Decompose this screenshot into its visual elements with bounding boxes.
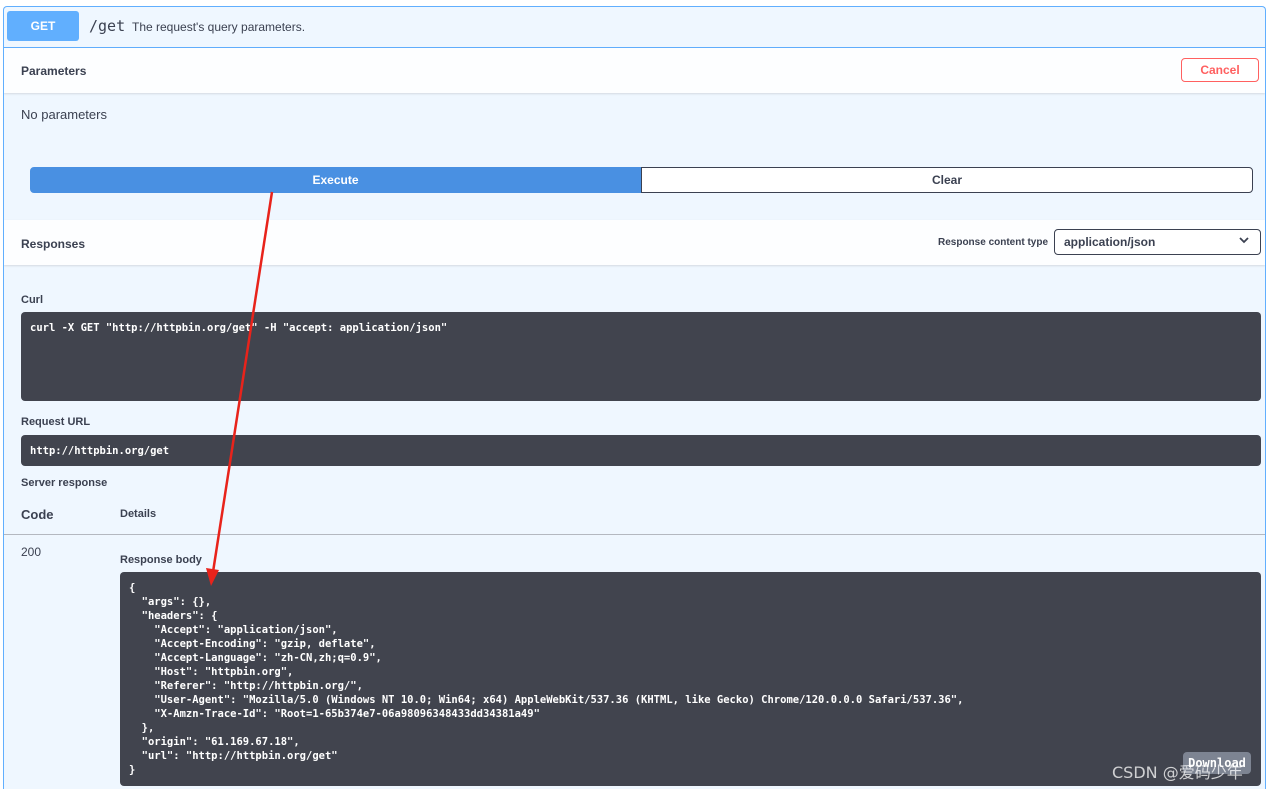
response-content-type-select[interactable]: application/json [1054,229,1261,255]
execute-button[interactable]: Execute [30,167,641,193]
response-content-type-label: Response content type [938,237,1049,248]
curl-command-text: curl -X GET "http://httpbin.org/get" -H … [30,322,448,334]
operation-block-get: GET /get The request's query parameters.… [3,6,1266,789]
parameters-header: Parameters Cancel [4,48,1265,93]
http-method-badge: GET [7,11,79,41]
table-divider [4,534,1265,535]
response-body-label: Response body [120,554,202,566]
operation-description: The request's query parameters. [132,20,306,34]
request-url-label: Request URL [21,416,91,428]
no-parameters-text: No parameters [21,107,107,122]
cancel-button[interactable]: Cancel [1181,58,1259,82]
response-content-type-value: application/json [1064,235,1156,249]
operation-path: /get [89,17,126,35]
watermark-text: CSDN @爱码少年 [1112,763,1243,782]
request-url-box[interactable]: http://httpbin.org/get [21,435,1261,466]
parameters-title: Parameters [21,64,87,78]
code-column-header: Code [21,507,54,522]
responses-title: Responses [21,237,86,251]
execute-wrapper: Execute Clear [30,167,1253,193]
server-response-label: Server response [21,477,108,489]
clear-button[interactable]: Clear [641,167,1253,193]
details-column-header: Details [120,508,157,520]
response-body-text: { "args": {}, "headers": { "Accept": "ap… [129,582,964,776]
request-url-text: http://httpbin.org/get [30,445,170,457]
response-body-box[interactable]: { "args": {}, "headers": { "Accept": "ap… [120,572,1261,786]
response-status-code: 200 [21,545,42,559]
chevron-down-icon [1238,234,1250,249]
operation-summary[interactable]: GET /get The request's query parameters. [4,7,1265,48]
curl-command-box[interactable]: curl -X GET "http://httpbin.org/get" -H … [21,312,1261,401]
curl-label: Curl [21,294,43,306]
